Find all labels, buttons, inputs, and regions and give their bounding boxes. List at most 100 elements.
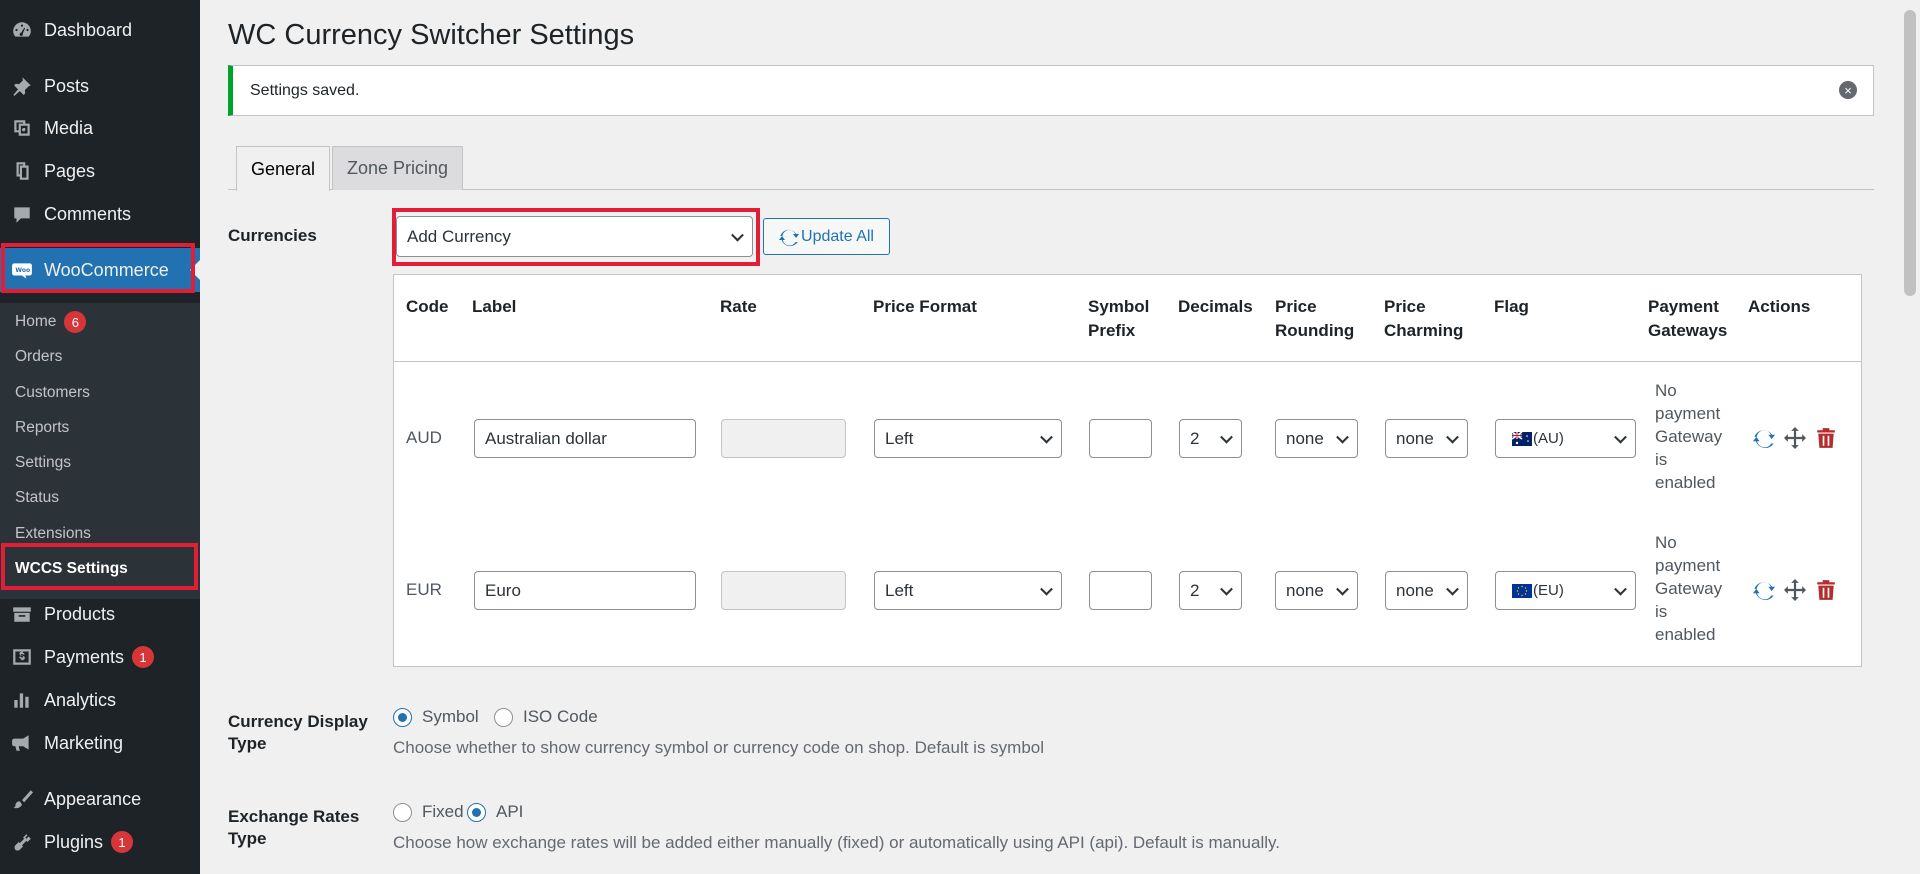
chevron-down-icon bbox=[1336, 582, 1349, 596]
submenu-extensions[interactable]: Extensions bbox=[15, 520, 91, 548]
chevron-down-icon bbox=[1040, 430, 1053, 444]
menu-posts-label: Posts bbox=[44, 75, 90, 96]
decimals-select[interactable]: 2 bbox=[1179, 571, 1242, 610]
page-title: WC Currency Switcher Settings bbox=[228, 19, 635, 51]
price-rounding-select[interactable]: none bbox=[1275, 419, 1358, 458]
menu-analytics[interactable]: Analytics bbox=[0, 680, 200, 720]
flag-select[interactable]: (AU) bbox=[1495, 419, 1636, 458]
menu-media[interactable]: Media bbox=[0, 108, 200, 148]
pages-icon bbox=[10, 159, 34, 183]
radio-api-label[interactable]: API bbox=[496, 802, 523, 822]
menu-appearance[interactable]: Appearance bbox=[0, 779, 200, 819]
th-price-rounding: Price Rounding bbox=[1275, 295, 1354, 343]
decimals-select[interactable]: 2 bbox=[1179, 419, 1242, 458]
main-content: WC Currency Switcher Settings Settings s… bbox=[200, 0, 1900, 874]
menu-media-label: Media bbox=[44, 117, 94, 138]
submenu-status[interactable]: Status bbox=[15, 484, 59, 512]
chevron-down-icon bbox=[1040, 582, 1053, 596]
refresh-rate-icon[interactable] bbox=[1752, 578, 1776, 602]
menu-woocommerce[interactable]: Woo WooCommerce bbox=[0, 248, 200, 292]
rate-input[interactable] bbox=[721, 571, 846, 610]
move-icon[interactable] bbox=[1783, 578, 1807, 602]
price-format-select[interactable]: Left bbox=[874, 571, 1062, 610]
tab-zone-pricing-label: Zone Pricing bbox=[347, 158, 449, 178]
trash-icon[interactable] bbox=[1814, 578, 1838, 602]
price-format-value: Left bbox=[885, 580, 914, 600]
menu-posts[interactable]: Posts bbox=[0, 66, 200, 106]
menu-comments[interactable]: Comments bbox=[0, 194, 200, 234]
plugins-count-badge: 1 bbox=[111, 831, 134, 853]
th-price-format: Price Format bbox=[873, 297, 977, 316]
submenu-reports[interactable]: Reports bbox=[15, 414, 69, 442]
media-icon bbox=[10, 116, 34, 140]
gateway-line: Gateway bbox=[1655, 427, 1723, 446]
th-symbol-prefix: Symbol Prefix bbox=[1088, 295, 1149, 343]
currencies-label: Currencies bbox=[228, 226, 317, 245]
move-icon[interactable] bbox=[1783, 426, 1807, 450]
comment-icon bbox=[10, 202, 34, 226]
menu-plugins[interactable]: Plugins 1 bbox=[0, 822, 200, 862]
label-input-value: Australian dollar bbox=[485, 428, 607, 448]
row-code: EUR bbox=[406, 580, 442, 599]
th-label: Label bbox=[472, 297, 517, 316]
radio-iso-code-label[interactable]: ISO Code bbox=[523, 707, 598, 727]
price-format-select[interactable]: Left bbox=[874, 419, 1062, 458]
chevron-down-icon bbox=[731, 228, 744, 242]
radio-symbol-label[interactable]: Symbol bbox=[422, 707, 479, 727]
payment-icon bbox=[10, 645, 34, 669]
tab-zone-pricing[interactable]: Zone Pricing bbox=[332, 146, 464, 190]
label-input[interactable]: Euro bbox=[474, 571, 696, 610]
dismiss-icon[interactable]: × bbox=[1839, 81, 1857, 99]
symbol-prefix-input[interactable] bbox=[1089, 419, 1152, 458]
woocommerce-submenu: Home 6 Orders Customers Reports Settings… bbox=[0, 303, 200, 599]
svg-text:Woo: Woo bbox=[15, 267, 30, 274]
gateway-line: No bbox=[1655, 533, 1677, 552]
radio-iso-code[interactable] bbox=[494, 708, 513, 727]
gateway-line: payment bbox=[1655, 404, 1721, 423]
radio-api[interactable] bbox=[467, 803, 486, 822]
add-currency-select[interactable]: Add Currency bbox=[396, 216, 753, 257]
charming-value: none bbox=[1396, 580, 1434, 600]
flag-select[interactable]: (EU) bbox=[1495, 571, 1636, 610]
scrollbar-thumb[interactable] bbox=[1904, 10, 1916, 296]
submenu-home[interactable]: Home 6 bbox=[15, 308, 87, 336]
refresh-rate-icon[interactable] bbox=[1752, 426, 1776, 450]
update-all-button[interactable]: Update All bbox=[763, 218, 890, 255]
radio-fixed[interactable] bbox=[393, 803, 412, 822]
menu-analytics-label: Analytics bbox=[44, 689, 117, 710]
chevron-down-icon bbox=[1220, 582, 1233, 596]
submenu-settings-label: Settings bbox=[15, 454, 72, 471]
label-input[interactable]: Australian dollar bbox=[474, 419, 696, 458]
chevron-down-icon bbox=[1446, 582, 1459, 596]
page-scrollbar[interactable] bbox=[1900, 0, 1920, 874]
radio-fixed-label[interactable]: Fixed bbox=[422, 802, 464, 822]
display-type-label: Currency Display Type bbox=[228, 711, 368, 755]
rate-input[interactable] bbox=[721, 419, 846, 458]
decimals-value: 2 bbox=[1190, 428, 1200, 448]
radio-symbol[interactable] bbox=[393, 708, 412, 727]
gateway-line: enabled bbox=[1655, 473, 1716, 492]
price-rounding-select[interactable]: none bbox=[1275, 571, 1358, 610]
symbol-prefix-input[interactable] bbox=[1089, 571, 1152, 610]
price-charming-select[interactable]: none bbox=[1385, 419, 1468, 458]
menu-marketing[interactable]: Marketing bbox=[0, 723, 200, 763]
menu-products[interactable]: Products bbox=[0, 594, 200, 634]
submenu-wccs-settings[interactable]: WCCS Settings bbox=[15, 555, 128, 583]
menu-payments[interactable]: Payments 1 bbox=[0, 637, 200, 677]
menu-pages[interactable]: Pages bbox=[0, 151, 200, 191]
trash-icon[interactable] bbox=[1814, 426, 1838, 450]
th-charming-line1: Price bbox=[1384, 297, 1426, 316]
price-charming-select[interactable]: none bbox=[1385, 571, 1468, 610]
tab-general[interactable]: General bbox=[236, 146, 331, 191]
submenu-orders[interactable]: Orders bbox=[15, 343, 62, 371]
menu-dashboard[interactable]: Dashboard bbox=[0, 10, 200, 50]
th-symbol-prefix-line2: Prefix bbox=[1088, 321, 1136, 340]
th-rounding-line1: Price bbox=[1275, 297, 1317, 316]
submenu-extensions-label: Extensions bbox=[15, 525, 91, 542]
submenu-customers-label: Customers bbox=[15, 384, 90, 401]
th-actions: Actions bbox=[1748, 297, 1811, 316]
th-code: Code bbox=[406, 297, 449, 316]
submenu-settings[interactable]: Settings bbox=[15, 449, 71, 477]
submenu-customers[interactable]: Customers bbox=[15, 379, 90, 407]
update-all-label: Update All bbox=[801, 227, 874, 245]
